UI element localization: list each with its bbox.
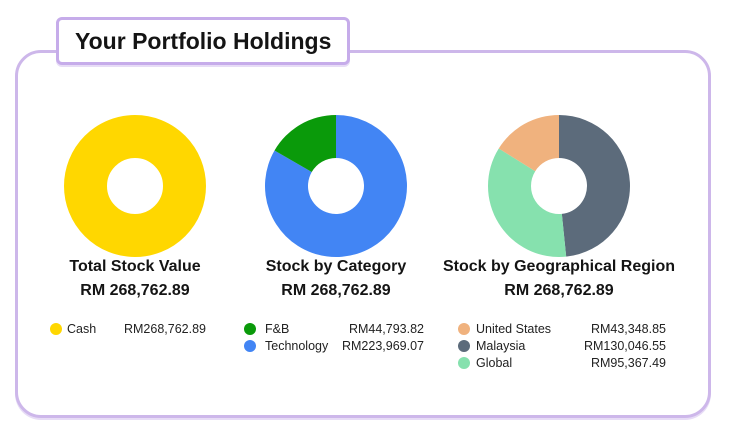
legend-label: Global [476,355,513,370]
legend-dot-f-b [244,322,256,335]
legend-dot-united-states [458,322,470,335]
stock-by-category-total: RM 268,762.89 [281,282,391,299]
legend-value: RM223,969.07 [341,338,424,353]
legend-dot-global [458,356,470,369]
legend-dot-technology [244,339,256,352]
total-stock-value-total: RM 268,762.89 [80,282,190,299]
legend-dot-malaysia [458,339,470,352]
legend-value: RM268,762.89 [123,321,206,336]
legend-value: RM43,348.85 [590,321,666,336]
stock-by-category-title: Stock by Category [265,258,407,275]
legend-label: F&B [265,321,290,336]
legend-label: Technology [265,338,329,353]
legend-item-cash[interactable]: Cash RM268,762.89 [50,320,210,337]
legend-value: RM44,793.82 [348,321,424,336]
legend-item-global[interactable]: Global RM95,367.49 [458,354,670,371]
legend-item-technology[interactable]: Technology RM223,969.07 [244,337,428,354]
stock-by-geographical-region-total: RM 268,762.89 [504,282,614,299]
title-box: Your Portfolio Holdings [56,17,351,65]
malaysia-slice[interactable] [559,115,630,257]
total-stock-value-donut [64,115,206,257]
page-title: Your Portfolio Holdings [75,27,332,54]
stock-by-geographical-region-donut [488,115,630,257]
legend-item-f-b[interactable]: F&B RM44,793.82 [244,320,428,337]
legend-label: Malaysia [476,338,526,353]
legend-item-united-states[interactable]: United States RM43,348.85 [458,320,670,337]
total-stock-value-title: Total Stock Value [69,258,201,275]
stock-by-category-donut [265,115,407,257]
cash-slice[interactable] [64,115,206,257]
legend-label: United States [476,321,552,336]
legend-item-malaysia[interactable]: Malaysia RM130,046.55 [458,337,670,354]
legend-label: Cash [67,321,97,336]
stock-by-geographical-region-title: Stock by Geographical Region [442,258,676,275]
legend-dot-cash [50,322,62,335]
legend-value: RM130,046.55 [583,338,666,353]
legend-value: RM95,367.49 [590,355,666,370]
